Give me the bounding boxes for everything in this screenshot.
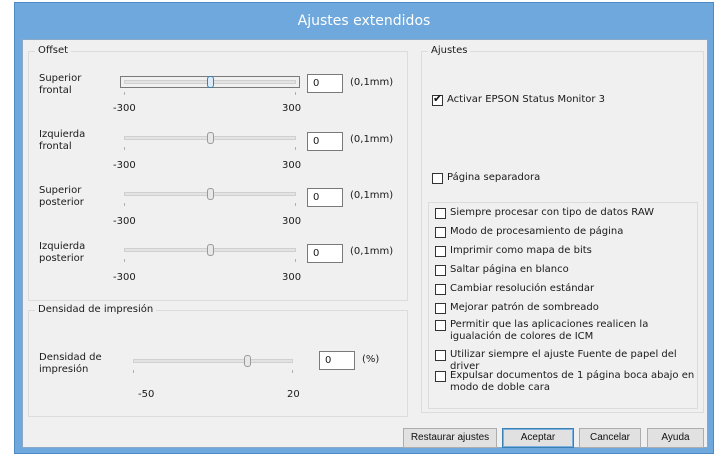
- density-group-title: Densidad de impresión: [35, 304, 157, 315]
- slider-thumb[interactable]: [207, 188, 214, 200]
- checkbox-box[interactable]: [435, 350, 446, 361]
- checkbox-box[interactable]: [435, 303, 446, 314]
- checkbox-box[interactable]: [435, 265, 446, 276]
- option-label: Siempre procesar con tipo de datos RAW: [450, 207, 655, 218]
- density-group: Densidad de impresión Densidad de impres…: [28, 304, 408, 417]
- density-value[interactable]: 0: [319, 351, 355, 370]
- offset-label-superior-frontal: Superior frontal: [39, 73, 82, 96]
- slider-tick: [295, 92, 296, 95]
- checkbox-box[interactable]: [435, 320, 446, 331]
- offset-label-izquierda-frontal: Izquierda frontal: [39, 129, 86, 152]
- offset-label-superior-posterior: Superior posterior: [39, 185, 84, 208]
- slider-tick: [295, 259, 296, 262]
- help-button[interactable]: Ayuda: [647, 428, 704, 448]
- slider-min-label: -300: [113, 272, 136, 283]
- cancel-button[interactable]: Cancelar: [579, 428, 641, 448]
- offset-value-superior-frontal[interactable]: 0: [307, 74, 343, 93]
- offset-value-superior-posterior[interactable]: 0: [307, 188, 343, 207]
- option-label: Permitir que las aplicaciones realicen l…: [450, 319, 649, 342]
- offset-slider-izquierda-frontal[interactable]: [124, 132, 296, 144]
- slider-max-label: 300: [282, 272, 302, 283]
- slider-tick: [124, 147, 125, 150]
- checkbox-box[interactable]: [435, 284, 446, 295]
- slider-min-label: -300: [113, 216, 136, 227]
- option-label: Modo de procesamiento de página: [450, 226, 624, 237]
- option-bitmap-checkbox[interactable]: Imprimir como mapa de bits: [435, 245, 592, 257]
- slider-tick: [295, 203, 296, 206]
- slider-tick: [124, 203, 125, 206]
- option-skip-blank-checkbox[interactable]: Saltar página en blanco: [435, 264, 569, 276]
- checkbox-box[interactable]: [435, 371, 446, 382]
- offset-unit: (0,1mm): [350, 134, 394, 145]
- offset-value-izquierda-frontal[interactable]: 0: [307, 132, 343, 151]
- separator-page-label: Página separadora: [447, 172, 541, 183]
- option-label: Mejorar patrón de sombreado: [450, 302, 599, 313]
- option-label: Expulsar documentos de 1 página boca aba…: [450, 370, 695, 393]
- slider-max-label: 300: [282, 216, 302, 227]
- checkbox-box[interactable]: [432, 173, 443, 184]
- ok-button[interactable]: Aceptar: [502, 428, 574, 448]
- offset-unit: (0,1mm): [350, 246, 394, 257]
- slider-min-label: -300: [113, 160, 136, 171]
- slider-min-label: -50: [138, 389, 155, 400]
- checkbox-box[interactable]: [435, 227, 446, 238]
- option-label: Saltar página en blanco: [450, 264, 569, 275]
- slider-tick: [124, 259, 125, 262]
- option-icm-checkbox[interactable]: Permitir que las aplicaciones realicen l…: [435, 319, 697, 343]
- dialog-window: Ajustes extendidos Offset Superior front…: [14, 2, 714, 454]
- dialog-title: Ajustes extendidos: [297, 13, 431, 29]
- offset-slider-superior-frontal[interactable]: [120, 76, 300, 88]
- slider-thumb[interactable]: [207, 76, 214, 88]
- option-label: Cambiar resolución estándar: [450, 283, 595, 294]
- slider-tick: [133, 370, 134, 373]
- restore-defaults-button[interactable]: Restaurar ajustes: [403, 428, 497, 448]
- option-face-down-checkbox[interactable]: Expulsar documentos de 1 página boca aba…: [435, 370, 697, 394]
- slider-max-label: 300: [282, 160, 302, 171]
- dialog-client-area: Offset Superior frontal -300 300 0 (0,1m…: [22, 39, 708, 448]
- offset-label-izquierda-posterior: Izquierda posterior: [39, 241, 86, 264]
- slider-thumb[interactable]: [207, 244, 214, 256]
- checkbox-box[interactable]: [435, 246, 446, 257]
- slider-thumb[interactable]: [207, 132, 214, 144]
- option-resolution-checkbox[interactable]: Cambiar resolución estándar: [435, 283, 594, 295]
- offset-unit: (0,1mm): [350, 77, 394, 88]
- status-monitor-label: Activar EPSON Status Monitor 3: [447, 94, 606, 105]
- slider-max-label: 300: [282, 103, 302, 114]
- offset-slider-superior-posterior[interactable]: [124, 188, 296, 200]
- option-page-mode-checkbox[interactable]: Modo de procesamiento de página: [435, 226, 623, 238]
- options-list: Siempre procesar con tipo de datos RAW M…: [428, 202, 698, 409]
- checkbox-box[interactable]: [435, 208, 446, 219]
- status-monitor-checkbox[interactable]: ✔ Activar EPSON Status Monitor 3: [432, 92, 606, 106]
- density-unit: (%): [362, 354, 380, 365]
- offset-slider-izquierda-posterior[interactable]: [124, 244, 296, 256]
- offset-group-title: Offset: [35, 45, 72, 56]
- slider-tick: [292, 370, 293, 373]
- option-raw-checkbox[interactable]: Siempre procesar con tipo de datos RAW: [435, 207, 654, 219]
- option-shading-checkbox[interactable]: Mejorar patrón de sombreado: [435, 302, 599, 314]
- offset-group: Offset Superior frontal -300 300 0 (0,1m…: [28, 45, 408, 301]
- separator-page-checkbox[interactable]: Página separadora: [432, 172, 540, 184]
- density-label: Densidad de impresión: [39, 352, 102, 375]
- checkbox-box[interactable]: ✔: [432, 92, 443, 106]
- offset-value-izquierda-posterior[interactable]: 0: [307, 244, 343, 263]
- slider-tick: [295, 147, 296, 150]
- check-mark-icon: ✔: [433, 92, 443, 105]
- settings-group-title: Ajustes: [428, 45, 471, 56]
- slider-tick: [124, 92, 125, 95]
- density-slider[interactable]: [133, 355, 293, 367]
- slider-thumb[interactable]: [243, 355, 251, 367]
- slider-min-label: -300: [113, 103, 136, 114]
- option-label: Imprimir como mapa de bits: [450, 245, 592, 256]
- offset-unit: (0,1mm): [350, 190, 394, 201]
- slider-max-label: 20: [287, 389, 300, 400]
